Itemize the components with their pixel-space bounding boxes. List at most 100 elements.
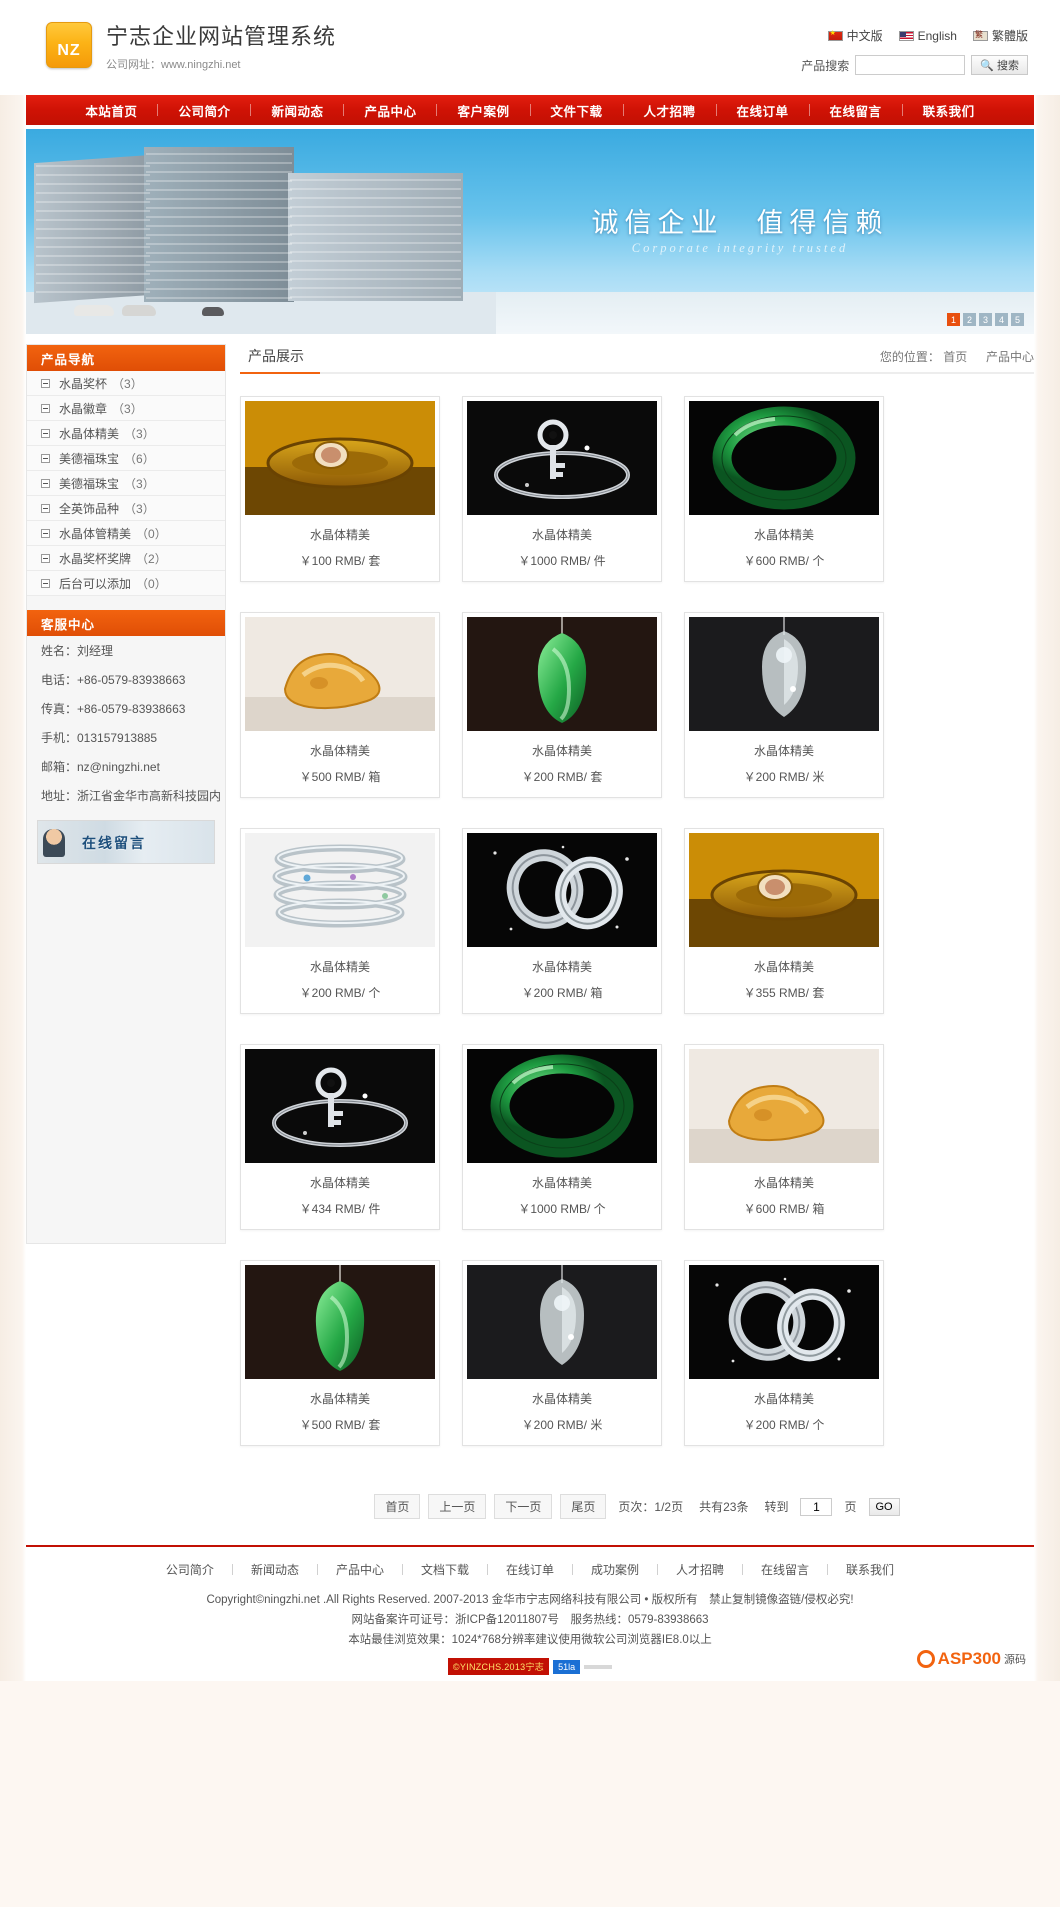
logo-text-block: 宁志企业网站管理系统 公司网址：www.ningzhi.net (106, 22, 336, 72)
hero-banner[interactable]: 诚信企业 值得信赖 Corporate integrity trusted 1 … (26, 129, 1034, 334)
product-thumbnail[interactable] (689, 1049, 879, 1163)
lang-option-chinese[interactable]: 中文版 (827, 27, 883, 44)
pager-goto-input[interactable] (800, 1497, 833, 1516)
product-thumbnail[interactable] (689, 401, 879, 515)
nav-item-cases[interactable]: 客户案例 (437, 101, 529, 120)
product-thumbnail[interactable] (689, 617, 879, 731)
footer-nav-item[interactable]: 文档下载 (403, 1561, 487, 1578)
product-thumbnail[interactable] (467, 617, 657, 731)
sidebar-category-item[interactable]: 水晶奖杯奖牌 （2） (27, 546, 225, 571)
expand-collapse-icon[interactable] (41, 503, 50, 513)
nav-item-messages[interactable]: 在线留言 (810, 101, 902, 120)
banner-dot-5[interactable]: 5 (1011, 313, 1024, 326)
product-thumbnail[interactable] (245, 617, 435, 731)
sidebar-category-item[interactable]: 全英饰品种 （3） (27, 496, 225, 521)
footer-badge-extra[interactable] (584, 1664, 613, 1669)
product-card[interactable]: 水晶体精美 ￥355 RMB/ 套 (684, 828, 884, 1014)
nav-item-downloads[interactable]: 文件下载 (531, 101, 623, 120)
sidebar-category-item[interactable]: 水晶徽章 （3） (27, 396, 225, 421)
expand-collapse-icon[interactable] (41, 378, 50, 388)
online-message-banner[interactable]: 在线留言 (37, 820, 215, 864)
pager-last-button[interactable]: 尾页 (560, 1494, 607, 1519)
product-card[interactable]: 水晶体精美 ￥200 RMB/ 套 (462, 612, 662, 798)
pager-go-button[interactable]: GO (868, 1497, 900, 1516)
product-thumbnail[interactable] (689, 833, 879, 947)
nav-item-orders[interactable]: 在线订单 (717, 101, 809, 120)
product-card[interactable]: 水晶体精美 ￥434 RMB/ 件 (240, 1044, 440, 1230)
product-card[interactable]: 水晶体精美 ￥200 RMB/ 个 (240, 828, 440, 1014)
content-area: 产品导航 水晶奖杯 （3） 水晶徽章 （3） 水晶体精美 （3） 美德福珠宝 （6） 美德福珠宝… (26, 344, 1034, 1545)
expand-collapse-icon[interactable] (41, 578, 50, 588)
pager-first-button[interactable]: 首页 (374, 1494, 421, 1519)
product-card[interactable]: 水晶体精美 ￥100 RMB/ 套 (240, 396, 440, 582)
footer-nav-item[interactable]: 新闻动态 (233, 1561, 317, 1578)
breadcrumb-link-home[interactable]: 首页 (943, 350, 967, 364)
product-thumbnail[interactable] (467, 401, 657, 515)
footer-nav-item[interactable]: 人才招聘 (658, 1561, 742, 1578)
expand-collapse-icon[interactable] (41, 428, 50, 438)
product-thumbnail[interactable] (467, 1049, 657, 1163)
sidebar-category-item[interactable]: 水晶体管精美 （0） (27, 521, 225, 546)
asp300-logo[interactable]: ASP300 源码 (916, 1649, 1026, 1669)
expand-collapse-icon[interactable] (41, 478, 50, 488)
banner-dot-3[interactable]: 3 (979, 313, 992, 326)
sidebar-category-item[interactable]: 水晶体精美 （3） (27, 421, 225, 446)
pager-next-button[interactable]: 下一页 (494, 1494, 553, 1519)
pager-prev-button[interactable]: 上一页 (428, 1494, 487, 1519)
product-thumbnail[interactable] (467, 1265, 657, 1379)
footer-nav-item[interactable]: 公司简介 (148, 1561, 232, 1578)
breadcrumb: 您的位置： 首页 产品中心 (880, 348, 1034, 372)
footer-nav-item[interactable]: 联系我们 (828, 1561, 912, 1578)
product-thumbnail[interactable] (245, 833, 435, 947)
product-card[interactable]: 水晶体精美 ￥500 RMB/ 套 (240, 1260, 440, 1446)
breadcrumb-link-current[interactable]: 产品中心 (986, 350, 1034, 364)
product-price: ￥500 RMB/ 套 (299, 1418, 381, 1432)
product-card[interactable]: 水晶体精美 ￥500 RMB/ 箱 (240, 612, 440, 798)
expand-collapse-icon[interactable] (41, 453, 50, 463)
nav-item-jobs[interactable]: 人才招聘 (624, 101, 716, 120)
pager-total-count: 共有23条 (699, 1500, 749, 1514)
product-thumbnail[interactable] (245, 1049, 435, 1163)
footer-nav-item[interactable]: 在线订单 (488, 1561, 572, 1578)
search-button[interactable]: 🔍 搜索 (971, 55, 1028, 75)
sidebar-category-item[interactable]: 后台可以添加 （0） (27, 571, 225, 596)
product-thumbnail[interactable] (245, 401, 435, 515)
sidebar-category-item[interactable]: 水晶奖杯 （3） (27, 371, 225, 396)
product-card[interactable]: 水晶体精美 ￥200 RMB/ 米 (462, 1260, 662, 1446)
product-card[interactable]: 水晶体精美 ￥1000 RMB/ 个 (462, 1044, 662, 1230)
footer-nav-item[interactable]: 产品中心 (318, 1561, 402, 1578)
search-input[interactable] (855, 55, 966, 75)
product-card[interactable]: 水晶体精美 ￥600 RMB/ 个 (684, 396, 884, 582)
lang-option-traditional[interactable]: 繁體版 (972, 27, 1028, 44)
expand-collapse-icon[interactable] (41, 528, 50, 538)
product-thumbnail[interactable] (689, 1265, 879, 1379)
footer-nav-item[interactable]: 成功案例 (573, 1561, 657, 1578)
nav-item-products[interactable]: 产品中心 (344, 101, 436, 120)
product-card[interactable]: 水晶体精美 ￥600 RMB/ 箱 (684, 1044, 884, 1230)
service-contact-line: 电话：+86-0579-83938663 (41, 673, 186, 687)
footer-badge-icp[interactable]: ©YINZCHS.2013宁志 (447, 1658, 550, 1675)
nav-item-news[interactable]: 新闻动态 (251, 101, 343, 120)
footer-badge-stats[interactable]: 51la (553, 1659, 581, 1674)
footer-nav-item[interactable]: 在线留言 (743, 1561, 827, 1578)
nav-item-contact[interactable]: 联系我们 (903, 101, 995, 120)
sidebar-category-label: 美德福珠宝 (59, 476, 120, 491)
product-thumbnail[interactable] (245, 1265, 435, 1379)
product-card[interactable]: 水晶体精美 ￥200 RMB/ 箱 (462, 828, 662, 1014)
banner-dot-2[interactable]: 2 (963, 313, 976, 326)
sidebar-category-item[interactable]: 美德福珠宝 （6） (27, 446, 225, 471)
lang-option-english[interactable]: English (898, 29, 957, 43)
product-card[interactable]: 水晶体精美 ￥1000 RMB/ 件 (462, 396, 662, 582)
expand-collapse-icon[interactable] (41, 553, 50, 563)
banner-dot-4[interactable]: 4 (995, 313, 1008, 326)
site-logo[interactable]: 宁志企业网站管理系统 公司网址：www.ningzhi.net (46, 22, 336, 72)
nav-item-about[interactable]: 公司简介 (158, 101, 250, 120)
product-card[interactable]: 水晶体精美 ￥200 RMB/ 米 (684, 612, 884, 798)
expand-collapse-icon[interactable] (41, 403, 50, 413)
sidebar: 产品导航 水晶奖杯 （3） 水晶徽章 （3） 水晶体精美 （3） 美德福珠宝 （6） 美德福珠宝… (26, 344, 226, 1244)
sidebar-category-item[interactable]: 美德福珠宝 （3） (27, 471, 225, 496)
nav-item-home[interactable]: 本站首页 (65, 101, 157, 120)
banner-dot-1[interactable]: 1 (947, 313, 960, 326)
product-thumbnail[interactable] (467, 833, 657, 947)
product-card[interactable]: 水晶体精美 ￥200 RMB/ 个 (684, 1260, 884, 1446)
